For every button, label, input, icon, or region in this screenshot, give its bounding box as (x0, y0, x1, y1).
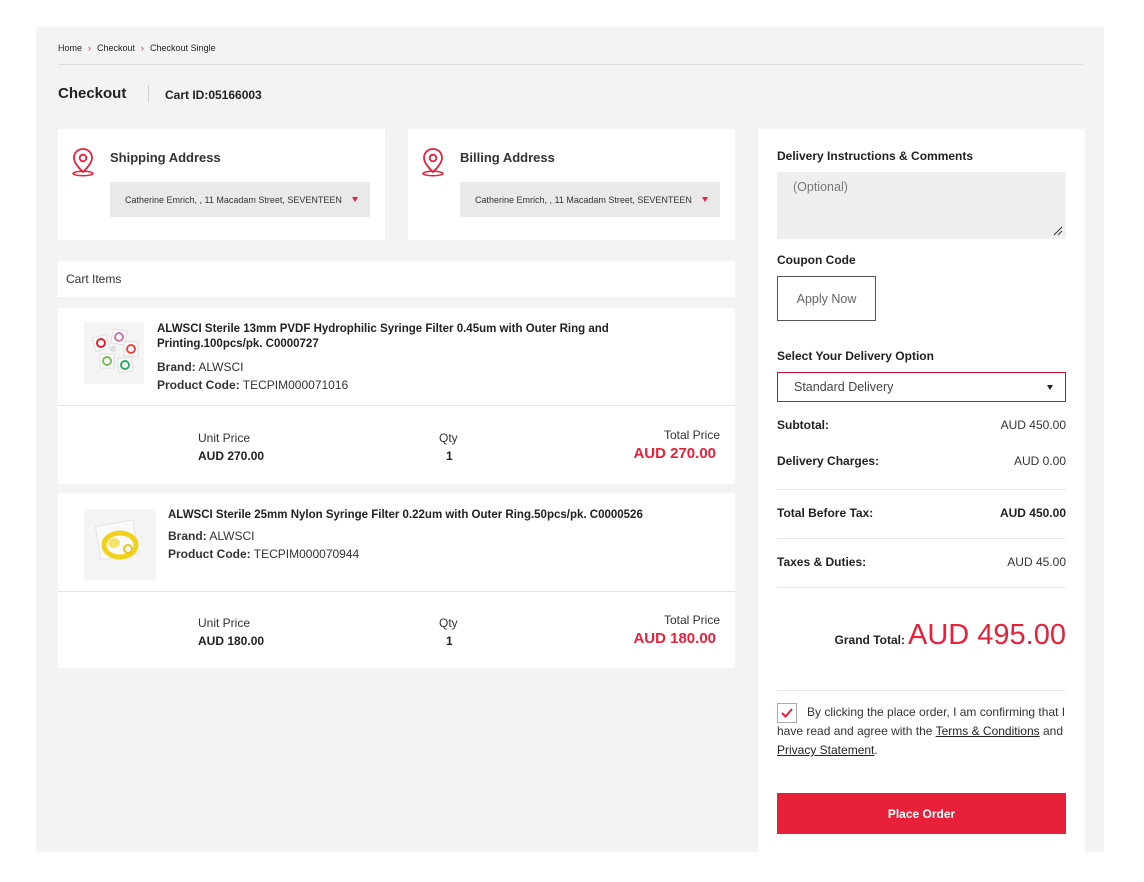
shipping-address-title: Shipping Address (110, 150, 221, 165)
privacy-statement-link[interactable]: Privacy Statement (777, 743, 874, 757)
product-image[interactable] (84, 322, 144, 384)
taxes-label: Taxes & Duties: (777, 555, 867, 569)
qty-value: 1 (446, 634, 453, 648)
billing-address-card: Billing Address Catherine Emrich, , 11 M… (408, 129, 735, 240)
product-brand: Brand: ALWSCI (168, 527, 254, 545)
breadcrumb-divider (58, 64, 1084, 65)
comments-textarea[interactable]: (Optional) (777, 172, 1066, 239)
breadcrumb-current: Checkout Single (150, 43, 216, 53)
chevron-right-icon: › (141, 43, 145, 53)
comments-label: Delivery Instructions & Comments (777, 149, 974, 163)
caret-down-icon (352, 197, 358, 202)
total-price-value: AUD 270.00 (633, 445, 716, 462)
order-summary-panel: Delivery Instructions & Comments (Option… (758, 129, 1085, 852)
summary-divider (777, 489, 1066, 490)
cart-items-header: Cart Items (58, 261, 735, 297)
item-divider (58, 405, 735, 406)
billing-address-value: Catherine Emrich, , 11 Macadam Street, S… (475, 194, 692, 205)
product-name[interactable]: ALWSCI Sterile 25mm Nylon Syringe Filter… (168, 508, 708, 523)
terms-checkbox[interactable] (777, 703, 797, 723)
checkout-page: Home › Checkout › Checkout Single Checko… (36, 27, 1104, 852)
grand-total-label: Grand Total: (834, 633, 905, 647)
agree-suffix: . (874, 743, 878, 757)
breadcrumb-checkout-link[interactable]: Checkout (97, 43, 135, 53)
total-before-tax-value: AUD 450.00 (999, 506, 1066, 520)
total-price-label: Total Price (663, 613, 720, 627)
qty-value: 1 (446, 449, 453, 463)
shipping-address-select[interactable]: Catherine Emrich, , 11 Macadam Street, S… (110, 182, 370, 217)
cart-id: Cart ID:05166003 (165, 88, 262, 102)
delivery-charges-label: Delivery Charges: (777, 454, 880, 468)
billing-address-title: Billing Address (460, 150, 555, 165)
product-code-label: Product Code: (157, 378, 240, 392)
product-code-value: TECPIM000071016 (242, 378, 349, 392)
qty-label: Qty (439, 431, 458, 445)
checkmark-icon (781, 708, 793, 718)
item-divider (58, 591, 735, 592)
agree-and: and (1042, 724, 1063, 738)
unit-price-label: Unit Price (198, 616, 251, 630)
unit-price-value: AUD 270.00 (198, 449, 265, 463)
cart-items-title: Cart Items (66, 272, 122, 286)
coupon-label: Coupon Code (777, 253, 856, 267)
product-thumbnail (94, 519, 140, 561)
breadcrumb: Home › Checkout › Checkout Single (58, 43, 216, 53)
chevron-right-icon: › (88, 43, 92, 53)
product-brand: Brand: ALWSCI (157, 358, 243, 376)
page-title: Checkout (58, 85, 127, 102)
product-image[interactable] (84, 509, 156, 580)
unit-price-value: AUD 180.00 (198, 634, 265, 648)
billing-address-select[interactable]: Catherine Emrich, , 11 Macadam Street, S… (460, 182, 720, 217)
total-price-value: AUD 180.00 (633, 630, 716, 647)
summary-divider (777, 690, 1066, 691)
taxes-value: AUD 45.00 (1007, 555, 1066, 569)
product-thumbnail (91, 328, 139, 374)
cart-item: ALWSCI Sterile 13mm PVDF Hydrophilic Syr… (58, 308, 735, 484)
delivery-option-label: Select Your Delivery Option (777, 349, 934, 363)
caret-down-icon (1047, 385, 1053, 390)
brand-value: ALWSCI (198, 360, 244, 374)
summary-divider (777, 538, 1066, 539)
caret-down-icon (702, 197, 708, 202)
qty-label: Qty (439, 616, 458, 630)
shipping-address-value: Catherine Emrich, , 11 Macadam Street, S… (125, 194, 342, 205)
product-code: Product Code: TECPIM000070944 (168, 545, 359, 563)
brand-label: Brand: (157, 360, 196, 374)
shipping-address-card: Shipping Address Catherine Emrich, , 11 … (58, 129, 385, 240)
terms-conditions-link[interactable]: Terms & Conditions (936, 724, 1040, 738)
breadcrumb-home-link[interactable]: Home (58, 43, 82, 53)
comments-placeholder: (Optional) (793, 180, 848, 194)
product-name[interactable]: ALWSCI Sterile 13mm PVDF Hydrophilic Syr… (157, 322, 697, 352)
delivery-option-value: Standard Delivery (794, 380, 894, 394)
title-divider (148, 85, 149, 102)
apply-coupon-button[interactable]: Apply Now (777, 276, 876, 321)
delivery-option-select[interactable]: Standard Delivery (777, 372, 1066, 402)
product-code-label: Product Code: (168, 547, 251, 561)
grand-total: Grand Total: AUD 495.00 (835, 619, 1066, 652)
terms-agreement-text: By clicking the place order, I am confir… (777, 703, 1069, 760)
summary-divider (777, 587, 1066, 588)
subtotal-value: AUD 450.00 (1000, 418, 1066, 432)
total-price-label: Total Price (663, 428, 720, 442)
location-pin-icon (72, 148, 94, 177)
location-pin-icon (422, 148, 444, 177)
total-before-tax-label: Total Before Tax: (777, 506, 874, 520)
brand-value: ALWSCI (209, 529, 255, 543)
delivery-charges-value: AUD 0.00 (1013, 454, 1066, 468)
grand-total-value: AUD 495.00 (908, 619, 1066, 651)
product-code-value: TECPIM000070944 (253, 547, 360, 561)
place-order-button[interactable]: Place Order (777, 793, 1066, 834)
cart-item: ALWSCI Sterile 25mm Nylon Syringe Filter… (58, 493, 735, 668)
unit-price-label: Unit Price (198, 431, 251, 445)
subtotal-label: Subtotal: (777, 418, 829, 432)
resize-handle-icon[interactable] (1053, 226, 1063, 236)
product-code: Product Code: TECPIM000071016 (157, 376, 348, 394)
brand-label: Brand: (168, 529, 207, 543)
